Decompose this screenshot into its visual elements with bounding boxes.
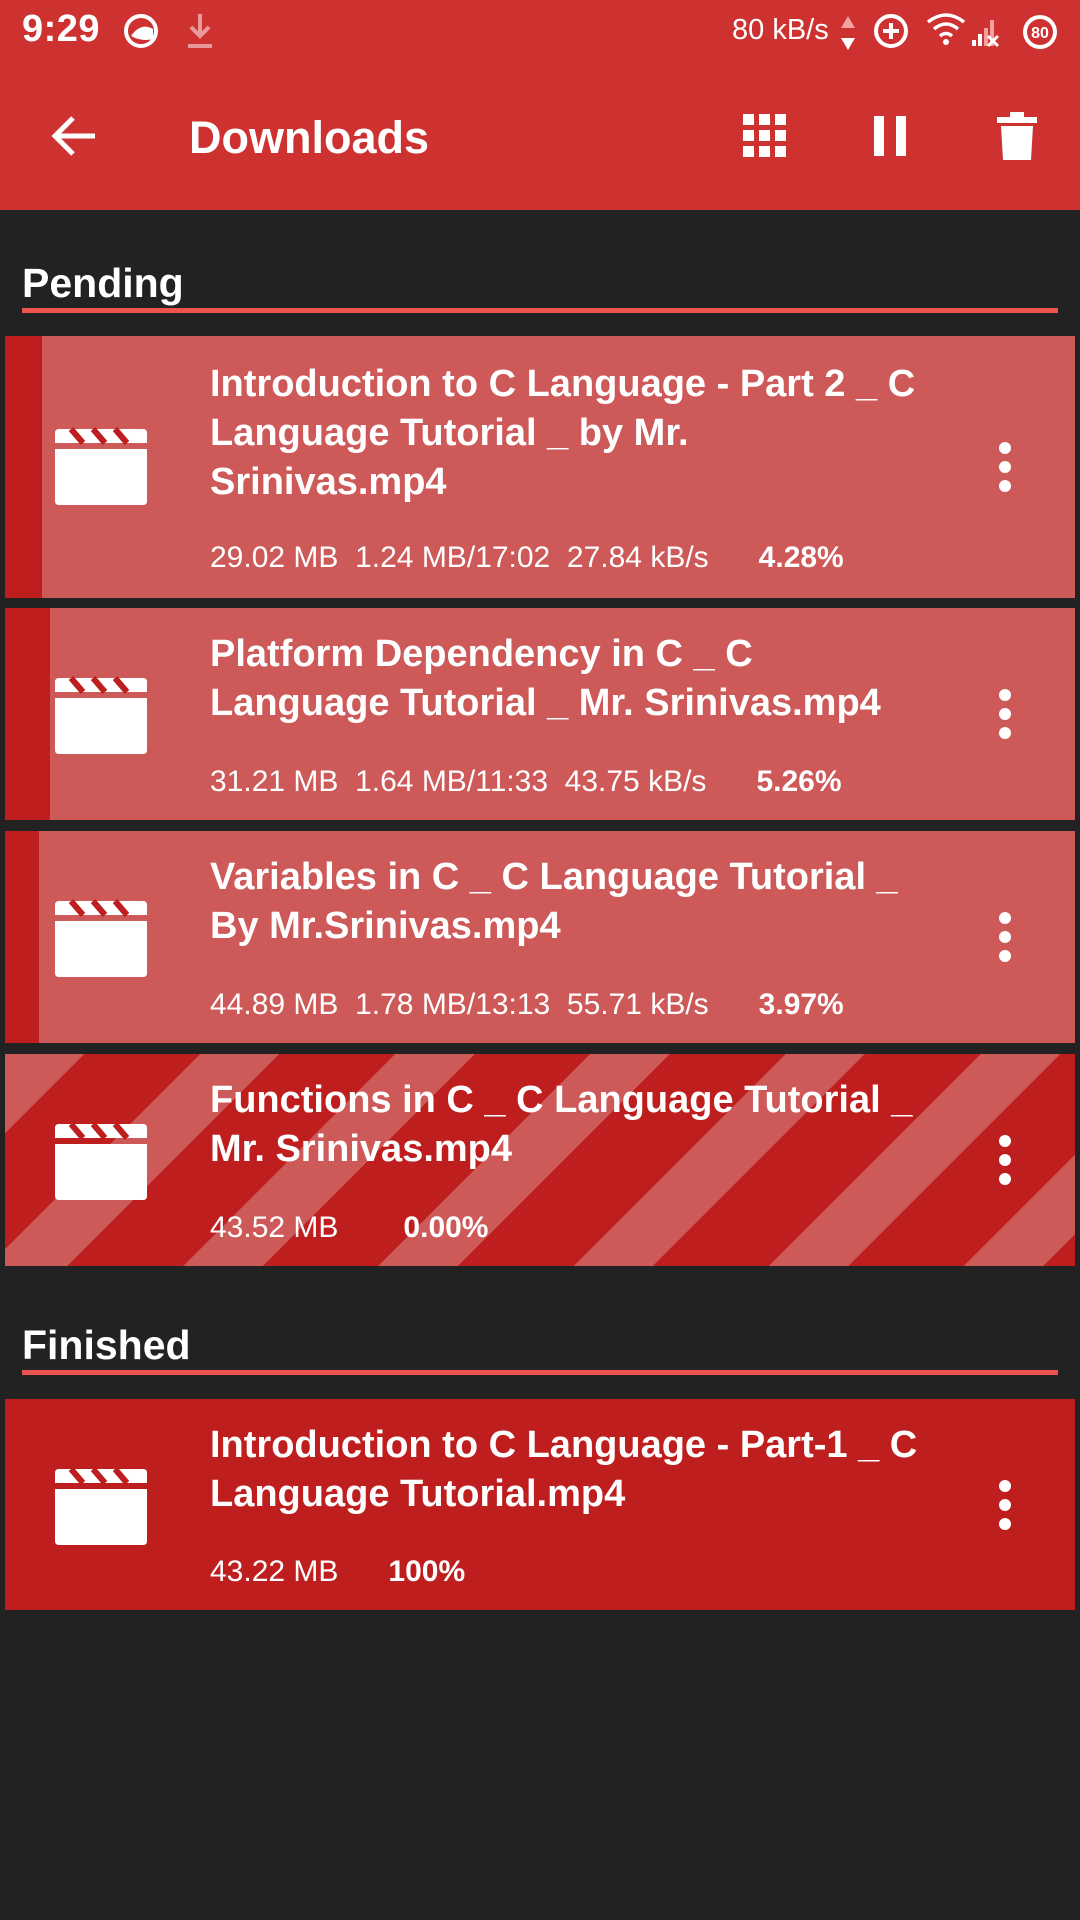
network-speed: 80 kB/s xyxy=(732,14,829,46)
more-options-icon[interactable] xyxy=(985,684,1025,744)
finished-item[interactable]: Introduction to C Language - Part-1 _ C … xyxy=(5,1399,1075,1610)
more-options-icon[interactable] xyxy=(985,1130,1025,1190)
movie-clapperboard-icon xyxy=(53,899,149,979)
pause-icon xyxy=(874,116,906,156)
file-info: 29.02 MB 1.24 MB/17:02 27.84 kB/s 4.28% xyxy=(210,541,844,575)
trash-icon xyxy=(997,112,1037,160)
file-size: 43.52 MB xyxy=(210,1211,339,1244)
arrow-back-icon xyxy=(51,116,95,156)
download-item[interactable]: Platform Dependency in C _ C Language Tu… xyxy=(5,608,1075,820)
download-item[interactable]: Variables in C _ C Language Tutorial _ B… xyxy=(5,831,1075,1043)
file-info: 31.21 MB 1.64 MB/11:33 43.75 kB/s 5.26% xyxy=(210,765,842,799)
download-item[interactable]: Introduction to C Language - Part 2 _ C … xyxy=(5,336,1075,598)
file-info: 44.89 MB 1.78 MB/13:13 55.71 kB/s 3.97% xyxy=(210,988,844,1022)
section-title-pending: Pending xyxy=(22,260,184,306)
movie-clapperboard-icon xyxy=(53,1467,149,1547)
download-item-queued[interactable]: Functions in C _ C Language Tutorial _ M… xyxy=(5,1054,1075,1266)
downloaded-amount: 1.24 MB/17:02 xyxy=(355,541,551,574)
file-info: 43.52 MB 0.00% xyxy=(210,1211,489,1245)
delete-button[interactable] xyxy=(985,104,1049,168)
file-name: Introduction to C Language - Part-1 _ C … xyxy=(210,1424,918,1515)
file-name: Platform Dependency in C _ C Language Tu… xyxy=(210,633,881,724)
more-options-icon[interactable] xyxy=(985,907,1025,967)
grid-icon xyxy=(743,114,786,157)
app-bar: Downloads xyxy=(0,64,1080,210)
file-size: 43.22 MB xyxy=(210,1555,339,1588)
grid-view-button[interactable] xyxy=(733,104,797,168)
file-size: 44.89 MB xyxy=(210,988,339,1021)
battery-icon: 80 xyxy=(1020,12,1060,57)
download-speed: 55.71 kB/s xyxy=(566,988,709,1021)
more-options-icon[interactable] xyxy=(985,1475,1025,1535)
browser-app-icon xyxy=(122,12,160,55)
progress-percent: 5.26% xyxy=(756,765,842,798)
back-button[interactable] xyxy=(42,104,106,168)
download-notification-icon xyxy=(184,12,216,55)
pause-all-button[interactable] xyxy=(858,104,922,168)
wifi-icon xyxy=(926,12,966,51)
file-info: 43.22 MB 100% xyxy=(210,1555,465,1589)
cellular-signal-icon xyxy=(970,12,1000,53)
page-title: Downloads xyxy=(189,112,430,163)
file-size: 29.02 MB xyxy=(210,541,339,574)
movie-clapperboard-icon xyxy=(53,427,149,507)
downloaded-amount: 1.64 MB/11:33 xyxy=(355,765,548,798)
section-header-finished: Finished xyxy=(22,1320,1058,1375)
downloaded-amount: 1.78 MB/13:13 xyxy=(355,988,551,1021)
progress-percent: 100% xyxy=(388,1555,466,1588)
section-title-finished: Finished xyxy=(22,1322,191,1368)
section-header-pending: Pending xyxy=(22,258,1058,313)
download-speed: 43.75 kB/s xyxy=(564,765,707,798)
more-options-icon[interactable] xyxy=(985,437,1025,497)
status-time: 9:29 xyxy=(22,8,101,50)
battery-level: 80 xyxy=(1031,25,1049,42)
data-transfer-arrows-icon xyxy=(840,16,856,55)
progress-percent: 4.28% xyxy=(758,541,844,574)
file-name: Introduction to C Language - Part 2 _ C … xyxy=(210,363,916,503)
file-name: Variables in C _ C Language Tutorial _ B… xyxy=(210,856,898,947)
download-speed: 27.84 kB/s xyxy=(566,541,709,574)
progress-percent: 3.97% xyxy=(758,988,844,1021)
data-saver-icon xyxy=(872,12,910,55)
status-bar: 9:29 80 kB/s 80 xyxy=(0,0,1080,64)
file-size: 31.21 MB xyxy=(210,765,339,798)
movie-clapperboard-icon xyxy=(53,676,149,756)
file-name: Functions in C _ C Language Tutorial _ M… xyxy=(210,1079,913,1170)
progress-percent: 0.00% xyxy=(403,1211,489,1244)
movie-clapperboard-icon xyxy=(53,1122,149,1202)
